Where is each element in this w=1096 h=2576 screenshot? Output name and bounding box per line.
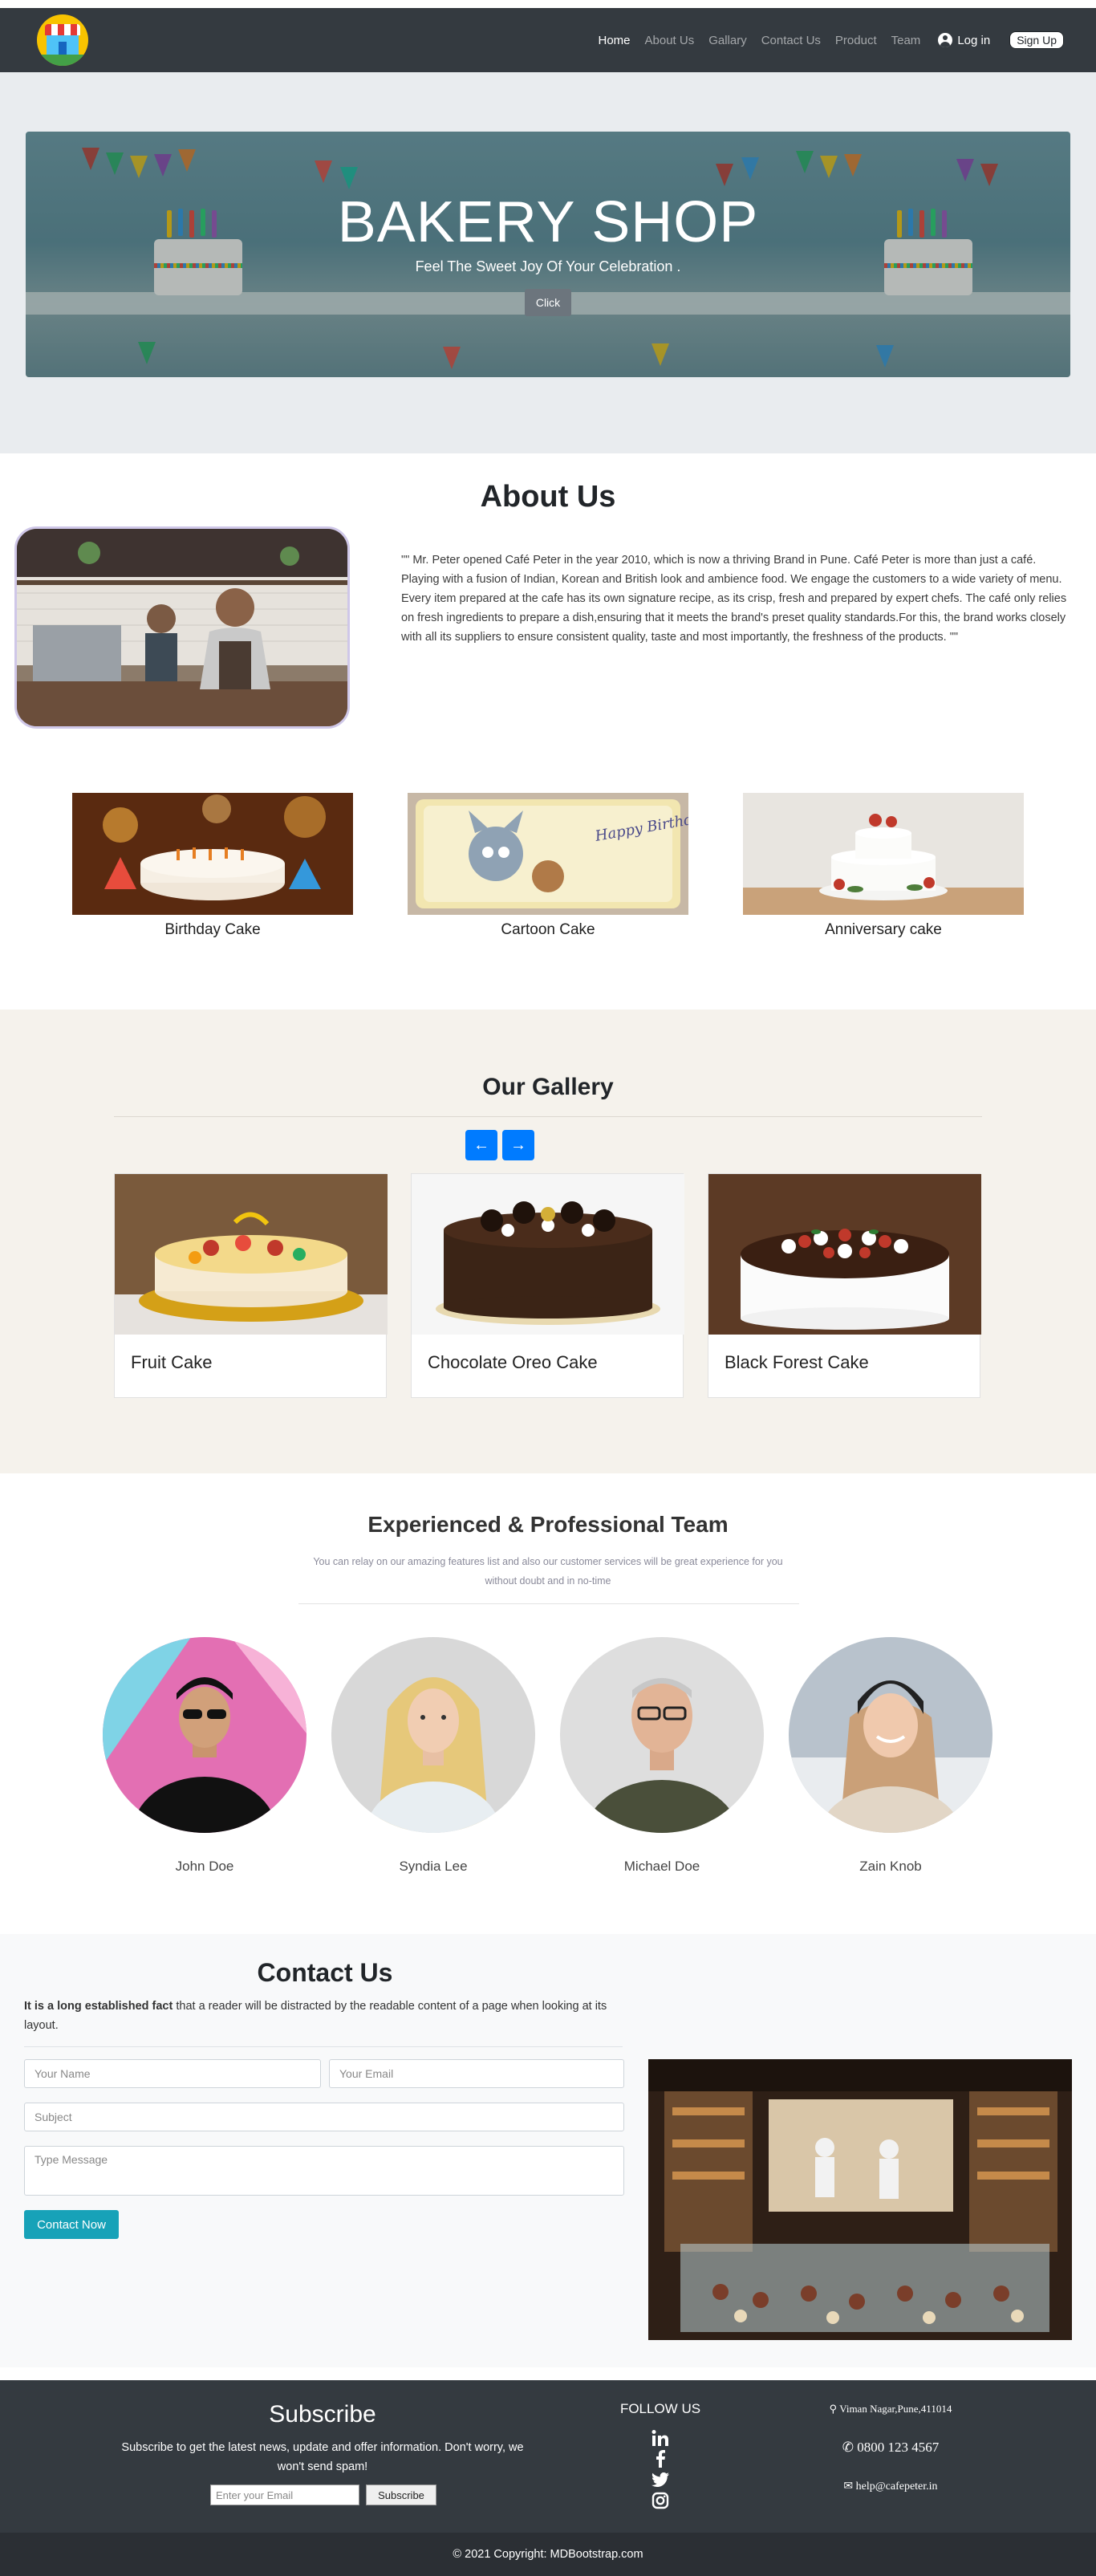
about-title: About Us [480, 480, 616, 514]
divider [24, 2046, 623, 2047]
team-title: Experienced & Professional Team [367, 1512, 729, 1537]
avatar [789, 1637, 992, 1833]
cake-card-birthday[interactable]: Birthday Cake [72, 793, 353, 939]
about-description: "" Mr. Peter opened Café Peter in the ye… [401, 554, 1067, 644]
cake-caption: Anniversary cake [825, 921, 942, 938]
message-field[interactable]: Type Message [24, 2146, 624, 2196]
email-field[interactable]: Your Email [329, 2059, 624, 2088]
hero-subtitle: Feel The Sweet Joy Of Your Celebration . [415, 258, 681, 274]
contact-now-button[interactable]: Contact Now [24, 2210, 119, 2239]
subject-field[interactable]: Subject [24, 2103, 624, 2131]
login-link[interactable]: Log in [938, 33, 990, 47]
navbar: Home About Us Gallary Contact Us Product… [0, 8, 1096, 72]
gallery-card-black-forest[interactable]: Black Forest Cake [708, 1173, 981, 1398]
follow-us-title: FOLLOW US [619, 2401, 701, 2416]
gallery-section: Our Gallery ← → Fruit Cake Chocolate Ore… [0, 1010, 1096, 1473]
email-line: ✉ help@cafepeter.in [770, 2480, 1011, 2493]
contact-title: Contact Us [257, 1958, 393, 1987]
cafe-barista-image [14, 526, 350, 729]
address-text: Viman Nagar,Pune,411014 [839, 2403, 952, 2415]
instagram-icon[interactable] [648, 2491, 672, 2510]
gallery-item-name: Chocolate Oreo Cake [428, 1352, 598, 1372]
subscribe-button[interactable]: Subscribe [366, 2485, 436, 2505]
subscribe-text: Subscribe to get the latest news, update… [121, 2441, 524, 2473]
subscribe-email-input[interactable]: Enter your Email [210, 2485, 359, 2505]
gallery-card-chocolate-oreo[interactable]: Chocolate Oreo Cake [411, 1173, 684, 1398]
member-name: Michael Doe [623, 1859, 700, 1874]
hero-title: BAKERY SHOP [337, 190, 759, 254]
hero-section: BAKERY SHOP Feel The Sweet Joy Of Your C… [0, 72, 1096, 453]
birthday-cake-image [72, 793, 353, 915]
gallery-prev-button[interactable]: ← [465, 1130, 497, 1160]
cake-card-anniversary[interactable]: Anniversary cake [743, 793, 1024, 939]
member-name: Syndia Lee [399, 1859, 468, 1874]
gallery-card-fruit-cake[interactable]: Fruit Cake [114, 1173, 388, 1398]
anniversary-cake-image [743, 793, 1024, 915]
gallery-next-button[interactable]: → [502, 1130, 534, 1160]
signup-button[interactable]: Sign Up [1009, 31, 1064, 49]
subscribe-title: Subscribe [269, 2401, 376, 2428]
copyright-text: © 2021 Copyright: MDBootstrap.com [453, 2548, 643, 2561]
bakery-shop-image [648, 2059, 1072, 2340]
divider [114, 1116, 982, 1117]
bakery-logo[interactable] [37, 14, 88, 66]
arrow-right-icon: → [510, 1136, 526, 1154]
nav-team[interactable]: Team [891, 34, 921, 47]
nav-gallary[interactable]: Gallary [708, 34, 747, 47]
cake-card-cartoon[interactable]: Happy Birthday Cartoon Cake [408, 793, 688, 939]
team-subtitle: You can relay on our amazing features li… [313, 1556, 783, 1587]
avatar [560, 1637, 764, 1833]
nav-home[interactable]: Home [598, 34, 630, 47]
team-member-syndia-lee: Syndia Lee [331, 1637, 535, 1875]
gallery-item-name: Fruit Cake [131, 1352, 213, 1372]
member-name: Zain Knob [859, 1859, 922, 1874]
black-forest-cake-image [708, 1174, 981, 1335]
top-strip [0, 0, 1096, 8]
envelope-icon: ✉ [843, 2481, 854, 2493]
user-circle-icon [938, 33, 953, 47]
gallery-item-name: Black Forest Cake [725, 1352, 869, 1372]
divider [298, 1603, 799, 1604]
fruit-cake-image [115, 1174, 388, 1335]
hero-banner: BAKERY SHOP Feel The Sweet Joy Of Your C… [26, 132, 1070, 377]
facebook-icon[interactable] [648, 2449, 672, 2468]
member-name: John Doe [175, 1859, 234, 1874]
phone-icon: ✆ [842, 2440, 854, 2455]
phone-line: ✆ 0800 123 4567 [770, 2440, 1011, 2456]
twitter-icon[interactable] [648, 2470, 672, 2489]
phone-text: 0800 123 4567 [857, 2440, 940, 2455]
avatar [331, 1637, 535, 1833]
login-label: Log in [957, 33, 991, 47]
chocolate-oreo-cake-image [412, 1174, 684, 1335]
cake-caption: Birthday Cake [164, 921, 261, 938]
map-marker-icon: ⚲ [829, 2403, 838, 2415]
name-field[interactable]: Your Name [24, 2059, 321, 2088]
nav-about-us[interactable]: About Us [645, 34, 695, 47]
cake-caption: Cartoon Cake [501, 921, 595, 938]
nav-product[interactable]: Product [835, 34, 877, 47]
contact-intro-bold: It is a long established fact [24, 2000, 173, 2013]
team-member-john-doe: John Doe [103, 1637, 306, 1875]
contact-section: Contact Us It is a long established fact… [0, 1934, 1096, 2367]
team-member-zain-knob: Zain Knob [789, 1637, 992, 1875]
copyright-bar: © 2021 Copyright: MDBootstrap.com [0, 2533, 1096, 2576]
hero-click-button[interactable]: Click [525, 289, 571, 316]
nav-contact-us[interactable]: Contact Us [761, 34, 821, 47]
footer: Subscribe Subscribe to get the latest ne… [0, 2380, 1096, 2533]
avatar [103, 1637, 306, 1833]
gallery-title: Our Gallery [482, 1074, 614, 1100]
arrow-left-icon: ← [473, 1136, 489, 1154]
email-text[interactable]: help@cafepeter.in [856, 2481, 938, 2493]
nav-links: Home About Us Gallary Contact Us Product… [598, 8, 1064, 72]
address-line: ⚲ Viman Nagar,Pune,411014 [770, 2403, 1011, 2416]
cartoon-cake-image: Happy Birthday [408, 793, 688, 915]
linkedin-icon[interactable] [648, 2428, 672, 2448]
team-member-michael-doe: Michael Doe [560, 1637, 764, 1875]
contact-intro: It is a long established fact that a rea… [24, 1997, 618, 2035]
